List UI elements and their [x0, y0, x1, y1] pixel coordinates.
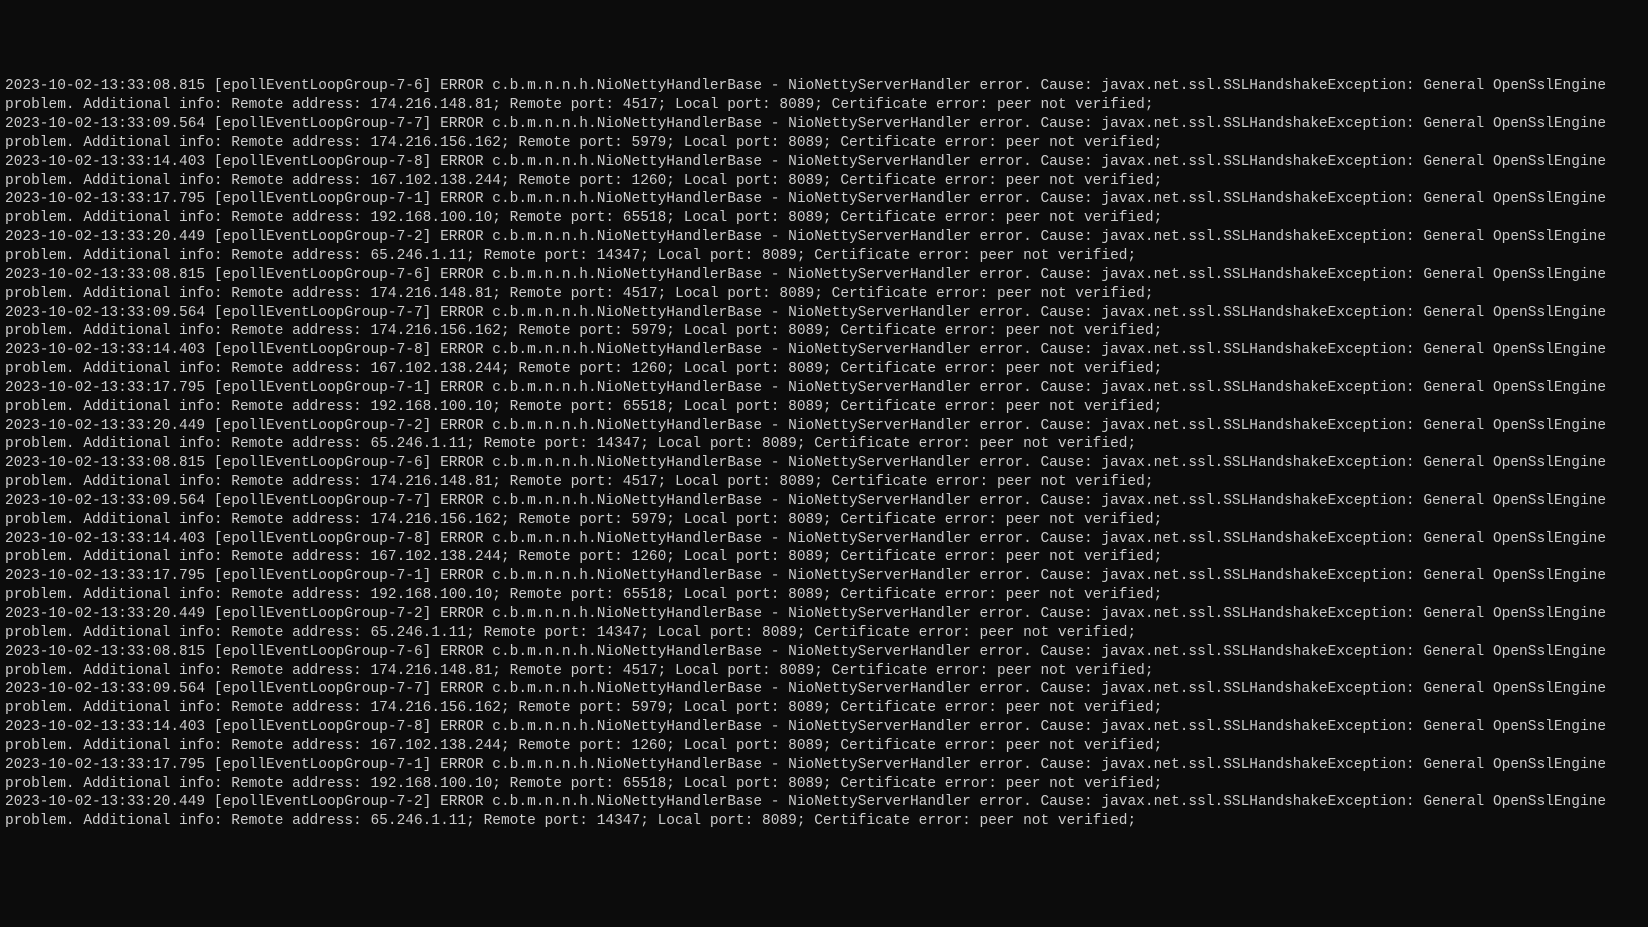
log-line: 2023-10-02-13:33:17.795 [epollEventLoopG… — [5, 567, 1643, 605]
log-line: 2023-10-02-13:33:14.403 [epollEventLoopG… — [5, 341, 1643, 379]
log-line: 2023-10-02-13:33:14.403 [epollEventLoopG… — [5, 530, 1643, 568]
log-line: 2023-10-02-13:33:14.403 [epollEventLoopG… — [5, 153, 1643, 191]
log-line: 2023-10-02-13:33:09.564 [epollEventLoopG… — [5, 492, 1643, 530]
log-line: 2023-10-02-13:33:20.449 [epollEventLoopG… — [5, 605, 1643, 643]
log-line: 2023-10-02-13:33:09.564 [epollEventLoopG… — [5, 304, 1643, 342]
log-line: 2023-10-02-13:33:09.564 [epollEventLoopG… — [5, 115, 1643, 153]
log-line: 2023-10-02-13:33:20.449 [epollEventLoopG… — [5, 417, 1643, 455]
log-line: 2023-10-02-13:33:17.795 [epollEventLoopG… — [5, 190, 1643, 228]
log-line: 2023-10-02-13:33:08.815 [epollEventLoopG… — [5, 77, 1643, 115]
log-line: 2023-10-02-13:33:08.815 [epollEventLoopG… — [5, 643, 1643, 681]
log-line: 2023-10-02-13:33:14.403 [epollEventLoopG… — [5, 718, 1643, 756]
log-line: 2023-10-02-13:33:08.815 [epollEventLoopG… — [5, 266, 1643, 304]
log-line: 2023-10-02-13:33:17.795 [epollEventLoopG… — [5, 756, 1643, 794]
log-line: 2023-10-02-13:33:17.795 [epollEventLoopG… — [5, 379, 1643, 417]
log-line: 2023-10-02-13:33:09.564 [epollEventLoopG… — [5, 680, 1643, 718]
log-line: 2023-10-02-13:33:08.815 [epollEventLoopG… — [5, 454, 1643, 492]
log-line: 2023-10-02-13:33:20.449 [epollEventLoopG… — [5, 793, 1643, 831]
log-line: 2023-10-02-13:33:20.449 [epollEventLoopG… — [5, 228, 1643, 266]
terminal-log-output[interactable]: 2023-10-02-13:33:08.815 [epollEventLoopG… — [5, 77, 1643, 831]
